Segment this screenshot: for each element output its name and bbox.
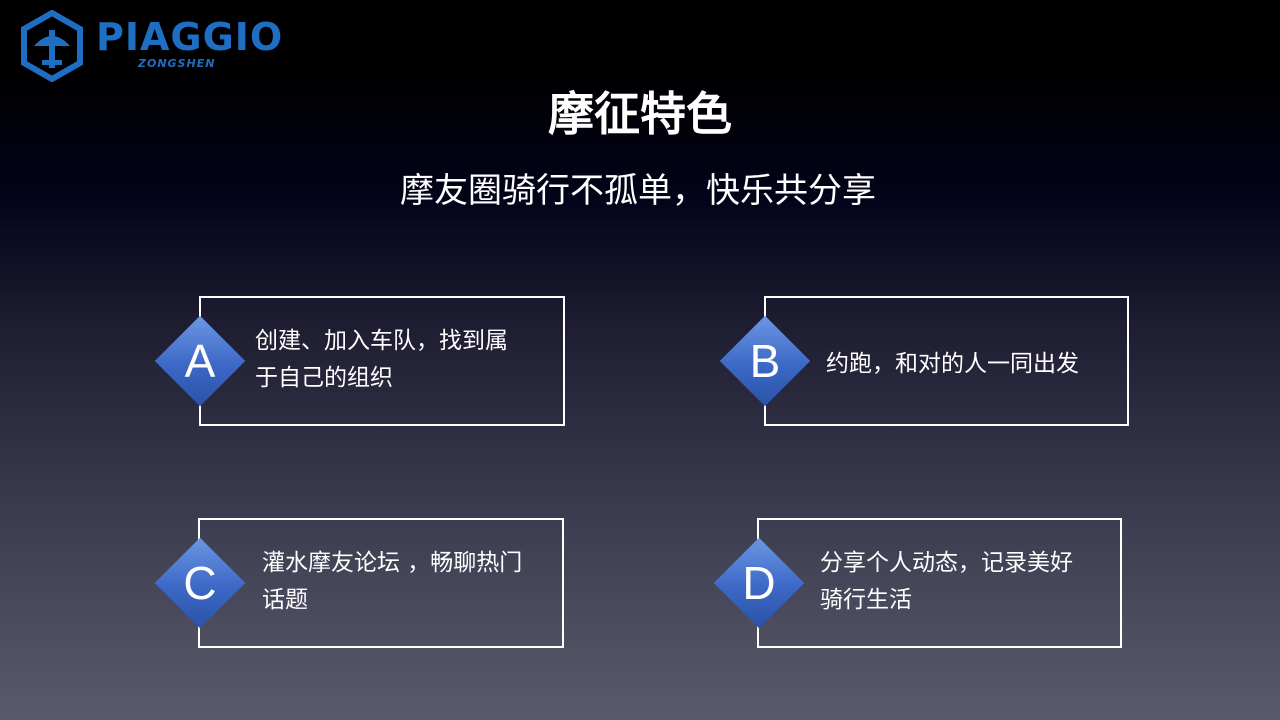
logo-brand-text: PIAGGIO [96, 15, 284, 59]
feature-text-c: 灌水摩友论坛 ，畅聊热门 话题 [262, 545, 522, 619]
feature-text-a-line1: 创建、加入车队，找到属 [255, 328, 508, 354]
feature-text-c-line2: 话题 [262, 587, 308, 613]
feature-text-d: 分享个人动态，记录美好 骑行生活 [820, 545, 1073, 619]
feature-text-c-line1: 灌水摩友论坛 ，畅聊热门 [262, 550, 523, 576]
logo-sub-text: ZONGSHEN [138, 57, 216, 70]
feature-text-b: 约跑，和对的人一同出发 [826, 346, 1079, 383]
feature-text-d-line1: 分享个人动态，记录美好 [820, 550, 1073, 576]
page-subtitle: 摩友圈骑行不孤单，快乐共分享 [400, 171, 876, 211]
page-title: 摩征特色 [548, 87, 732, 141]
diamond-letter-a: A [184, 335, 216, 387]
feature-text-d-line2: 骑行生活 [820, 587, 912, 613]
piaggio-emblem-icon [21, 10, 83, 82]
diamond-letter-d: D [742, 557, 776, 609]
feature-text-a-line2: 于自己的组织 [255, 365, 393, 391]
diamond-letter-c: C [183, 557, 217, 609]
feature-text-b-line1: 约跑，和对的人一同出发 [826, 351, 1079, 377]
diamond-letter-b: B [749, 335, 781, 387]
feature-text-a: 创建、加入车队，找到属 于自己的组织 [255, 323, 508, 397]
piaggio-logo: PIAGGIO ZONGSHEN [20, 10, 290, 82]
